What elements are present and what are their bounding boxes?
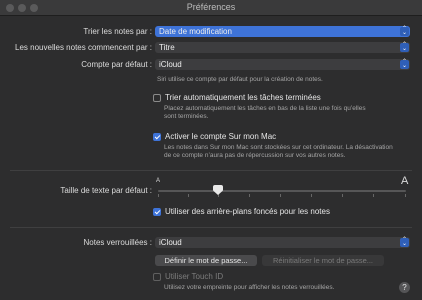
slider-tick (158, 194, 159, 197)
slider-tick (188, 194, 189, 197)
slider-tick (249, 194, 250, 197)
on-my-mac-hint-2: de ce compte n’aura pas de répercussion … (164, 152, 346, 159)
text-size-slider-thumb[interactable] (213, 185, 223, 195)
auto-sort-label[interactable]: Trier automatiquement les tâches terminé… (165, 93, 321, 102)
section-divider (10, 227, 412, 228)
title-bar: Préférences (0, 0, 422, 16)
touch-id-label[interactable]: Utiliser Touch ID (165, 272, 223, 281)
touch-id-checkbox[interactable] (153, 273, 161, 281)
slider-tick (342, 194, 343, 197)
new-notes-popup[interactable]: Titre ⌃ ⌄ (155, 42, 410, 53)
auto-sort-checkbox[interactable] (153, 94, 161, 102)
sort-label: Trier les notes par : (83, 27, 152, 36)
locked-notes-popup[interactable]: iCloud ⌃ ⌄ (155, 237, 410, 248)
on-my-mac-label[interactable]: Activer le compte Sur mon Mac (165, 132, 276, 141)
section-divider (10, 170, 412, 171)
slider-tick (280, 194, 281, 197)
sort-popup-value: Date de modification (159, 27, 232, 36)
on-my-mac-checkbox[interactable] (153, 133, 161, 141)
dark-background-checkbox[interactable] (153, 208, 161, 216)
reset-password-button[interactable]: Réinitialiser le mot de passe... (262, 255, 384, 266)
chevron-up-down-icon: ⌃ ⌄ (400, 26, 409, 36)
auto-sort-hint-2: sont terminées. (164, 113, 209, 120)
window-title: Préférences (186, 2, 236, 12)
default-account-label: Compte par défaut : (81, 60, 152, 69)
help-button[interactable]: ? (399, 282, 410, 293)
large-text-glyph: A (401, 175, 409, 187)
slider-tick (311, 194, 312, 197)
chevron-up-down-icon: ⌃ ⌄ (400, 59, 409, 69)
text-size-label: Taille de texte par défaut : (60, 186, 152, 195)
text-size-slider-track[interactable] (158, 190, 406, 192)
chevron-up-down-icon: ⌃ ⌄ (400, 42, 409, 52)
slider-tick (373, 194, 374, 197)
new-notes-popup-value: Titre (159, 43, 175, 52)
set-password-button[interactable]: Définir le mot de passe... (155, 255, 257, 266)
small-text-glyph: A (156, 178, 161, 184)
default-account-popup[interactable]: iCloud ⌃ ⌄ (155, 59, 410, 70)
preferences-window: Préférences Trier les notes par : Date d… (0, 0, 422, 300)
on-my-mac-hint-1: Les notes dans Sur mon Mac sont stockées… (164, 144, 393, 151)
new-notes-label: Les nouvelles notes commencent par : (15, 43, 152, 52)
default-account-popup-value: iCloud (159, 60, 182, 69)
chevron-up-down-icon: ⌃ ⌄ (400, 237, 409, 247)
slider-tick (405, 194, 406, 197)
dark-background-label[interactable]: Utiliser des arrière-plans foncés pour l… (165, 207, 330, 216)
auto-sort-hint-1: Placez automatiquement les tâches en bas… (164, 105, 366, 112)
locked-notes-label: Notes verrouillées : (83, 238, 152, 247)
default-account-hint: Siri utilise ce compte par défaut pour l… (157, 76, 323, 83)
locked-notes-popup-value: iCloud (159, 238, 182, 247)
touch-id-hint: Utilisez votre empreinte pour afficher l… (164, 284, 335, 291)
sort-popup[interactable]: Date de modification ⌃ ⌄ (155, 26, 410, 37)
